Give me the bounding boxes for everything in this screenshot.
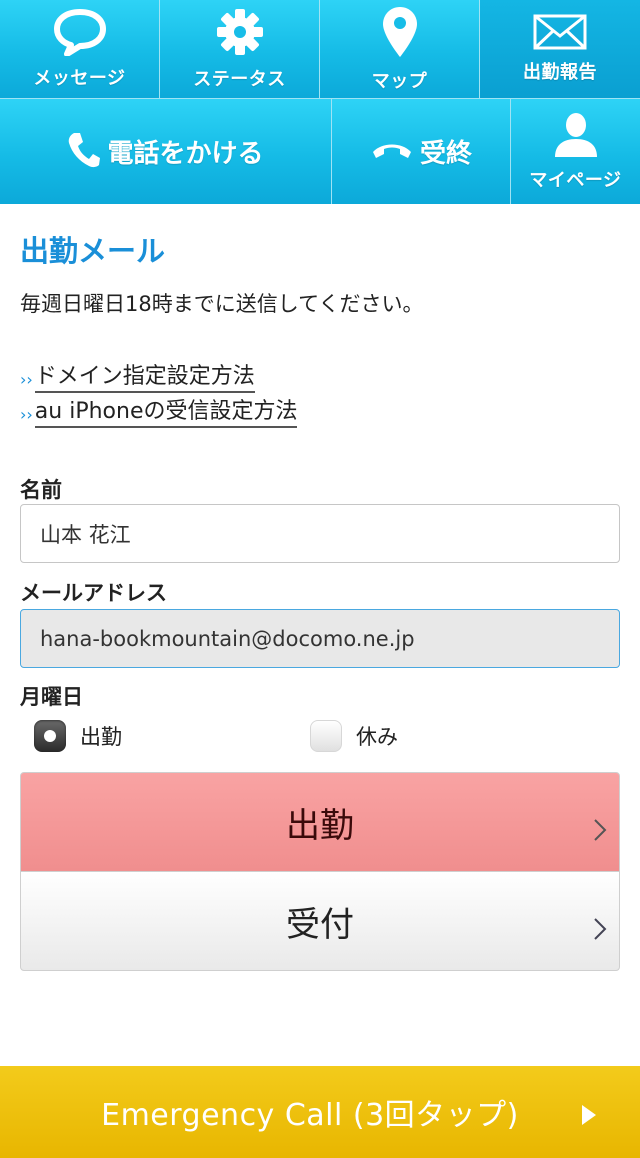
call-button[interactable]: 電話をかける: [0, 99, 332, 204]
attendance-radio-group: 出勤 休み: [34, 720, 594, 756]
nav-report[interactable]: 出勤報告: [480, 0, 640, 98]
top-nav-row-2: 電話をかける 受終 マイページ: [0, 99, 640, 204]
nav-report-label: 出勤報告: [523, 62, 597, 83]
nav-map[interactable]: マップ: [320, 0, 480, 98]
call-button-label: 電話をかける: [107, 139, 264, 169]
nav-messages[interactable]: メッセージ: [0, 0, 160, 98]
user-icon: [553, 112, 599, 162]
nav-messages-label: メッセージ: [33, 68, 126, 89]
work-button[interactable]: 出勤: [20, 772, 620, 872]
nav-mypage[interactable]: マイページ: [511, 99, 640, 204]
hangup-button[interactable]: 受終: [332, 99, 511, 204]
double-chevron-icon: ››: [20, 405, 33, 424]
hang-up-icon: [370, 139, 414, 165]
nav-status-label: ステータス: [193, 69, 286, 90]
reception-button[interactable]: 受付: [20, 871, 620, 971]
radio-work[interactable]: 出勤: [34, 720, 122, 752]
instruction-text: 毎週日曜日18時までに送信してください。: [20, 292, 424, 316]
envelope-icon: [533, 14, 587, 54]
top-nav-row-1: メッセージ ステータス マップ 出勤報告: [0, 0, 640, 99]
hangup-button-label: 受終: [419, 139, 472, 169]
emergency-call-label: Emergency Call (3回タップ): [101, 1098, 519, 1133]
radio-unchecked-icon[interactable]: [310, 720, 342, 752]
chevron-right-icon: [593, 811, 607, 851]
play-arrow-icon: [580, 1100, 598, 1135]
radio-work-label: 出勤: [80, 725, 122, 749]
chat-bubble-icon: [53, 8, 107, 60]
radio-checked-icon[interactable]: [34, 720, 66, 752]
radio-off-label: 休み: [356, 725, 398, 749]
iphone-setting-link-label: au iPhoneの受信設定方法: [34, 393, 298, 428]
email-field-value: hana-bookmountain@docomo.ne.jp: [40, 626, 415, 651]
emergency-call-button[interactable]: Emergency Call (3回タップ): [0, 1066, 640, 1158]
work-button-label: 出勤: [286, 805, 354, 846]
phone-icon: [67, 131, 101, 173]
email-label: メールアドレス: [20, 581, 167, 605]
nav-map-label: マップ: [371, 71, 428, 92]
gear-icon: [215, 7, 265, 61]
nav-mypage-label: マイページ: [529, 169, 622, 191]
name-field-value: 山本 花江: [40, 522, 131, 547]
map-pin-icon: [381, 5, 419, 63]
email-field[interactable]: hana-bookmountain@docomo.ne.jp: [20, 609, 620, 668]
page-title: 出勤メール: [20, 234, 166, 268]
domain-setting-link-label: ドメイン指定設定方法: [34, 358, 255, 393]
name-label: 名前: [20, 478, 62, 502]
iphone-setting-link[interactable]: ›› au iPhoneの受信設定方法: [20, 393, 298, 428]
nav-status[interactable]: ステータス: [160, 0, 320, 98]
chevron-right-icon: [593, 910, 607, 950]
radio-off[interactable]: 休み: [310, 720, 398, 752]
reception-button-label: 受付: [286, 904, 354, 945]
domain-setting-link[interactable]: ›› ドメイン指定設定方法: [20, 358, 255, 393]
double-chevron-icon: ››: [20, 370, 33, 389]
day-label: 月曜日: [20, 685, 83, 709]
radio-dot: [44, 730, 56, 742]
name-field[interactable]: 山本 花江: [20, 504, 620, 563]
